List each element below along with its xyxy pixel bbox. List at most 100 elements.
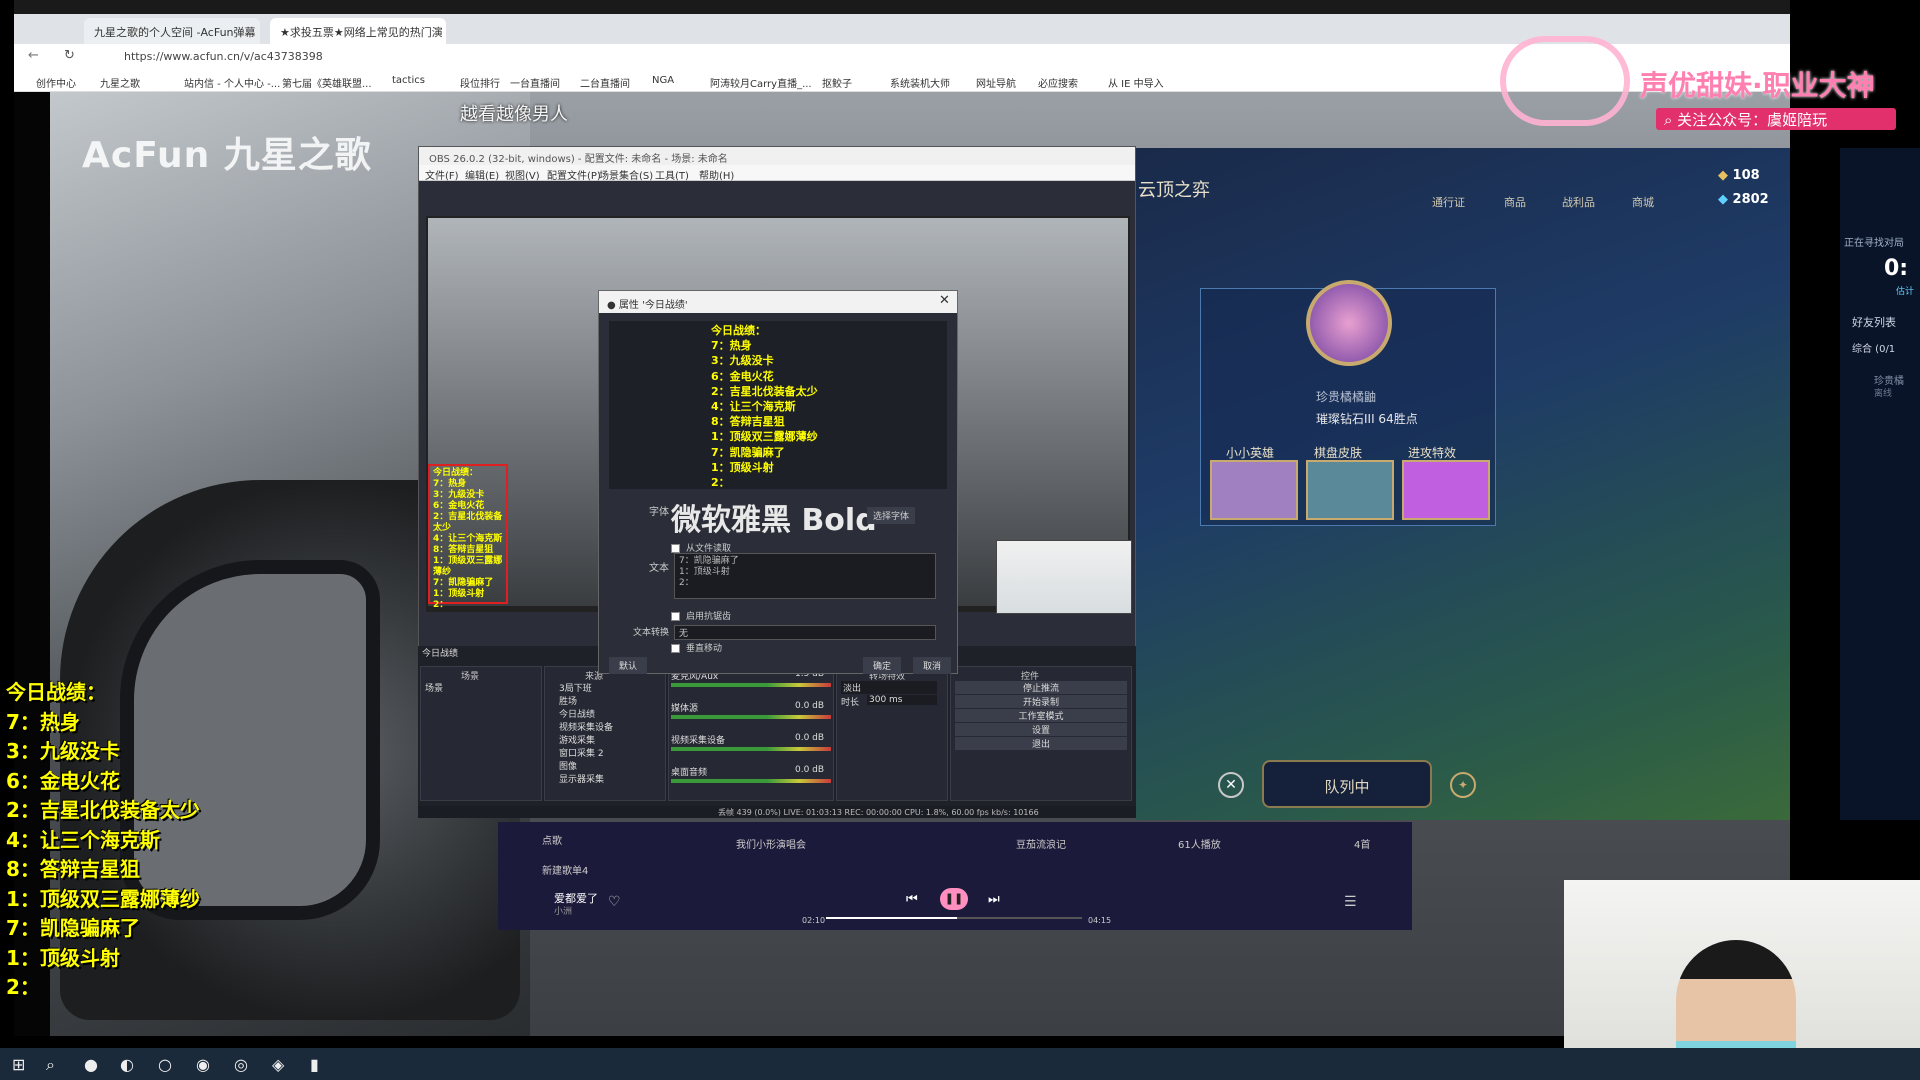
bookmark-item[interactable]: NGA xyxy=(652,75,674,86)
dialog-stats-line: 6：金电火花 xyxy=(711,369,774,383)
app-icon-1[interactable]: ● xyxy=(84,1055,98,1074)
slot-label-effect: 进攻特效 xyxy=(1408,446,1457,460)
slot-attack-effect[interactable] xyxy=(1402,460,1490,520)
bookmark-item[interactable]: 网址导航 xyxy=(976,75,1016,90)
player-item-playlist[interactable]: 新建歌单4 xyxy=(542,862,588,877)
close-icon[interactable]: ✕ xyxy=(939,293,950,308)
cancel-queue-button[interactable]: ✕ xyxy=(1218,772,1244,798)
bookmark-item[interactable]: 二台直播间 xyxy=(580,75,630,90)
next-icon[interactable]: ⏭ xyxy=(988,892,1000,907)
control-button[interactable]: 工作室模式 xyxy=(955,709,1127,722)
control-button[interactable]: 退出 xyxy=(955,737,1127,750)
steam-icon[interactable]: ◎ xyxy=(234,1055,248,1074)
bookmark-item[interactable]: 站内信 - 个人中心 -... xyxy=(184,75,280,90)
pause-button[interactable]: ❚❚ xyxy=(940,888,968,910)
search-icon[interactable]: ⌕ xyxy=(46,1055,55,1075)
source-item[interactable]: 今日战绩 xyxy=(559,707,595,720)
source-item[interactable]: 图像 xyxy=(559,759,577,772)
obs-menu-item[interactable]: 配置文件(P) xyxy=(547,167,601,182)
nav-loot[interactable]: 战利品 xyxy=(1562,194,1595,210)
preview-stats-line: 1：顶级双三露娜薄纱 xyxy=(433,556,503,577)
bookmark-item[interactable]: 系统装机大师 xyxy=(890,75,950,90)
obs-menu-item[interactable]: 场景集合(S) xyxy=(599,167,653,182)
slot-board-skin[interactable] xyxy=(1306,460,1394,520)
taskbar: ⊞ ⌕ ● ◐ ○ ◉ ◎ ◈ ▮ xyxy=(0,1048,1920,1080)
bookmark-item[interactable]: 段位排行 xyxy=(460,75,500,90)
bookmark-item[interactable]: 创作中心 xyxy=(36,75,76,90)
antialias-checkbox[interactable]: 启用抗锯齿 xyxy=(671,609,731,622)
control-button[interactable]: 设置 xyxy=(955,723,1127,736)
source-item[interactable]: 胜场 xyxy=(559,694,577,707)
ok-button[interactable]: 确定 xyxy=(863,657,902,674)
nav-shop[interactable]: 商城 xyxy=(1632,194,1654,210)
friends-group[interactable]: 综合 (0/1 xyxy=(1852,340,1895,355)
source-item[interactable]: 窗口采集 2 xyxy=(559,746,604,759)
source-item[interactable]: 显示器采集 xyxy=(559,772,604,785)
url-field[interactable]: https://www.acfun.cn/v/ac43738398 xyxy=(124,50,323,63)
choose-font-button[interactable]: 选择字体 xyxy=(867,507,916,524)
bookmark-item[interactable]: 一台直播间 xyxy=(510,75,560,90)
source-item[interactable]: 视频采集设备 xyxy=(559,720,613,733)
volume-meter[interactable] xyxy=(671,747,831,751)
bookmark-item[interactable]: tactics xyxy=(392,75,425,86)
control-button[interactable]: 停止推流 xyxy=(955,681,1127,694)
volume-meter[interactable] xyxy=(671,683,831,687)
lyrics-icon[interactable]: ☰ xyxy=(1344,894,1357,910)
heart-icon[interactable]: ♡ xyxy=(608,894,621,910)
transition-select[interactable]: 淡出 xyxy=(841,681,937,694)
bookmark-item[interactable]: 九星之歌 xyxy=(100,75,140,90)
friend-name[interactable]: 珍贵橘 xyxy=(1874,372,1904,387)
back-icon[interactable]: ← xyxy=(28,48,39,63)
obs-menu-item[interactable]: 视图(V) xyxy=(505,167,540,182)
playlist-name[interactable]: 我们小形演唱会 xyxy=(736,836,806,851)
bookmark-item[interactable]: 阿涛较月Carry直播_... xyxy=(710,75,812,90)
refresh-icon[interactable]: ↻ xyxy=(64,48,75,63)
volume-meter[interactable] xyxy=(671,715,831,719)
vertical-checkbox[interactable]: 垂直移动 xyxy=(671,641,722,654)
queue-button[interactable]: 队列中 xyxy=(1262,760,1432,808)
tab-video[interactable]: ★求投五票★网络上常见的热门演 xyxy=(270,18,446,44)
obs-preview-stats: 今日战绩： 7：热身 3：九级没卡 6：金电火花 2：吉星北伐装备太少 4：让三个海克斯 8… xyxy=(428,464,508,610)
obs-menu-item[interactable]: 帮助(H) xyxy=(699,167,734,182)
game-taskbar-icon[interactable]: ◈ xyxy=(272,1055,284,1074)
control-button[interactable]: 开始录制 xyxy=(955,695,1127,708)
obs-menu-item[interactable]: 工具(T) xyxy=(655,167,689,182)
dialog-stats-line: 1：顶级斗射 xyxy=(711,460,774,474)
sources-dock: 来源 3局下班 胜场 今日战绩 视频采集设备 游戏采集 窗口采集 2 图像 显示器采集 xyxy=(544,666,666,801)
nav-pass[interactable]: 通行证 xyxy=(1432,194,1465,210)
text-input[interactable]: 7：凯隐骗麻了 1：顶级斗射 2： xyxy=(674,553,936,599)
source-item[interactable]: 3局下班 xyxy=(559,681,592,694)
scene-item[interactable]: 场景 xyxy=(425,681,443,694)
obs-taskbar-icon[interactable]: ◉ xyxy=(196,1055,210,1074)
transform-select[interactable]: 无 xyxy=(674,625,936,640)
side-label[interactable]: 豆茄流浪记 xyxy=(1016,836,1066,851)
app-icon-3[interactable]: ▮ xyxy=(310,1055,319,1074)
rank-text: 璀璨钻石III 64胜点 xyxy=(1316,412,1418,426)
progress-bar[interactable] xyxy=(826,917,1082,919)
player-item-request[interactable]: 点歌 xyxy=(542,832,562,847)
obs-menu-item[interactable]: 编辑(E) xyxy=(465,167,499,182)
source-item[interactable]: 游戏采集 xyxy=(559,733,595,746)
cancel-button[interactable]: 取消 xyxy=(913,657,952,674)
slot-little-legend[interactable] xyxy=(1210,460,1298,520)
duration-input[interactable]: 300 ms xyxy=(867,695,937,705)
default-button[interactable]: 默认 xyxy=(609,657,648,674)
prev-icon[interactable]: ⏮ xyxy=(906,892,918,907)
preview-stats-line: 2：吉星北伐装备太少 xyxy=(433,512,503,533)
stats-line: 8：答辩吉星狙 xyxy=(6,857,140,881)
app-icon-2[interactable]: ○ xyxy=(158,1055,172,1074)
bookmark-item[interactable]: 第七届《英雄联盟... xyxy=(282,75,372,90)
bookmark-item[interactable]: 抠鲛子 xyxy=(822,75,852,90)
font-label: 字体 xyxy=(649,507,669,518)
windows-icon[interactable]: ⊞ xyxy=(12,1055,25,1074)
dialog-title-text: 属性 '今日战绩' xyxy=(618,300,688,311)
volume-meter[interactable] xyxy=(671,779,831,783)
emote-button[interactable]: ✦ xyxy=(1450,772,1476,798)
edge-icon[interactable]: ◐ xyxy=(120,1055,134,1074)
bookmark-item[interactable]: 必应搜索 xyxy=(1038,75,1078,90)
mixer-channel: 媒体源 xyxy=(671,704,699,714)
nav-store[interactable]: 商品 xyxy=(1504,194,1526,210)
bookmark-item[interactable]: 从 IE 中导入 xyxy=(1108,75,1164,90)
tab-acfun-space[interactable]: 九星之歌的个人空间 -AcFun弹幕 xyxy=(84,18,260,44)
obs-menu-item[interactable]: 文件(F) xyxy=(425,167,459,182)
